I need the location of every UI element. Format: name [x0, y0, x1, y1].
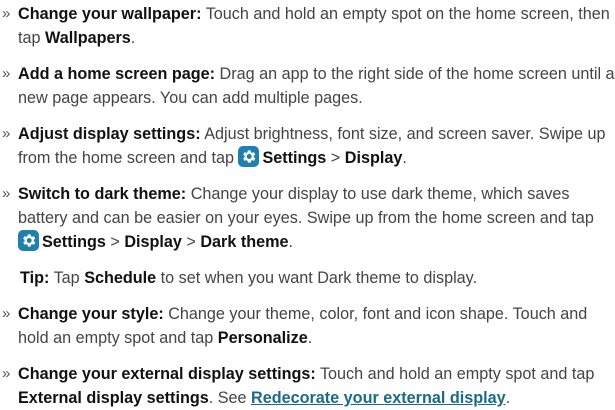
tip-text: to set when you want Dark theme to displ… [156, 269, 478, 287]
item-text: . [130, 29, 136, 47]
bullet-marker: » [2, 5, 11, 22]
list-item-external-display: » Change your external display settings:… [2, 362, 615, 410]
tip-bold-term: Schedule [84, 269, 157, 287]
tip-label: Tip: [20, 269, 50, 287]
item-text: . [402, 149, 407, 167]
list-item-home-screen-page: » Add a home screen page: Drag an app to… [2, 62, 615, 110]
item-bold-term: Wallpapers [45, 29, 131, 47]
bullet-marker: » [2, 365, 11, 382]
bullet-marker: » [2, 305, 11, 322]
tip-text: Tap [49, 269, 85, 287]
item-title: Adjust display settings: [18, 125, 201, 143]
item-text: . [288, 233, 294, 251]
item-title: Switch to dark theme: [18, 185, 187, 203]
settings-gear-icon [18, 230, 39, 251]
item-bold-term: Settings [262, 149, 327, 167]
item-text: . [505, 389, 511, 407]
item-title: Change your wallpaper: [18, 5, 202, 23]
item-bold-term: Display [124, 233, 182, 251]
menu-separator: > [105, 233, 125, 251]
item-text: Touch and hold an empty spot and tap [315, 365, 595, 383]
menu-separator: > [181, 233, 201, 251]
item-bold-term: Personalize [217, 329, 308, 347]
list-item-style: » Change your style: Change your theme, … [2, 302, 615, 350]
redecorate-external-display-link[interactable]: Redecorate your external display [251, 389, 506, 407]
item-title: Add a home screen page: [18, 65, 216, 83]
settings-gear-icon [238, 146, 260, 167]
list-item-display-settings: » Adjust display settings: Adjust bright… [2, 122, 615, 170]
bullet-marker: » [2, 185, 11, 202]
menu-separator: > [326, 149, 345, 167]
item-bold-term: Settings [42, 233, 106, 251]
list-item-dark-theme: » Switch to dark theme: Change your disp… [2, 182, 615, 254]
item-bold-term: External display settings [18, 389, 209, 407]
document-page: » Change your wallpaper: Touch and hold … [0, 0, 615, 407]
item-title: Change your external display settings: [18, 365, 316, 383]
bullet-marker: » [2, 125, 11, 142]
item-bold-term: Display [344, 149, 403, 167]
item-title: Change your style: [18, 305, 164, 323]
tip-note: Tip: Tap Schedule to set when you want D… [2, 266, 615, 290]
list-item-wallpaper: » Change your wallpaper: Touch and hold … [2, 2, 615, 50]
item-bold-term: Dark theme [200, 233, 289, 251]
item-text: . [307, 329, 313, 347]
item-text: . See [208, 389, 252, 407]
bullet-marker: » [2, 65, 11, 82]
